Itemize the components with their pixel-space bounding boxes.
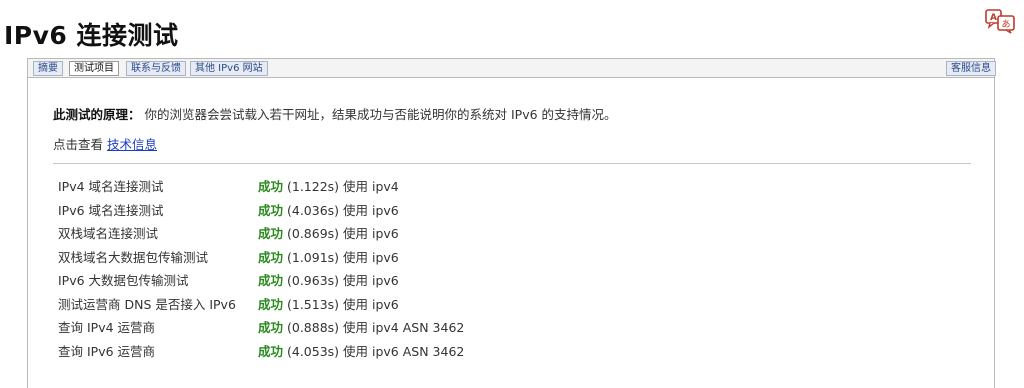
intro-text: 此测试的原理： 你的浏览器会尝试载入若干网址，结果成功与否能说明你的系统对 IP… (53, 104, 617, 123)
translate-icon[interactable]: A あ (984, 8, 1020, 34)
svg-text:A: A (990, 13, 997, 23)
test-name: IPv6 域名连接测试 (58, 202, 164, 218)
status-success: 成功 (258, 179, 284, 194)
test-detail: (4.036s) 使用 ipv6 (287, 202, 399, 218)
test-result: 成功 (1.513s) 使用 ipv6 (258, 294, 399, 313)
tech-info-prefix: 点击查看 (53, 137, 104, 152)
tab-contact-feedback[interactable]: 联系与反馈 (126, 61, 186, 76)
test-detail: (1.091s) 使用 ipv6 (287, 249, 399, 265)
tab-test-items[interactable]: 测试项目 (69, 61, 119, 76)
test-result: 成功 (4.053s) 使用 ipv6 ASN 3462 (258, 341, 464, 360)
status-success: 成功 (258, 202, 284, 218)
test-result: 成功 (4.036s) 使用 ipv6 (258, 200, 399, 219)
page-title: IPv6 连接测试 (4, 21, 179, 50)
test-name: 查询 IPv6 运营商 (58, 343, 156, 359)
status-success: 成功 (258, 320, 284, 335)
status-success: 成功 (258, 296, 284, 312)
test-detail: (0.888s) 使用 ipv4 ASN 3462 (287, 320, 465, 335)
svg-text:あ: あ (1001, 19, 1010, 30)
test-result: 成功 (0.963s) 使用 ipv6 (258, 270, 399, 289)
test-detail: (4.053s) 使用 ipv6 ASN 3462 (287, 343, 465, 359)
tab-support-info[interactable]: 客服信息 (946, 61, 996, 76)
test-result: 成功 (0.888s) 使用 ipv4 ASN 3462 (258, 317, 464, 336)
test-name: 双栈域名连接测试 (58, 226, 159, 241)
test-detail: (1.513s) 使用 ipv6 (287, 296, 399, 312)
tab-bar: 摘要 测试项目 联系与反馈 其他 IPv6 网站 客服信息 (27, 58, 996, 78)
divider (53, 163, 971, 164)
status-success: 成功 (258, 226, 284, 241)
tech-info-link[interactable]: 技术信息 (107, 137, 157, 152)
status-success: 成功 (258, 249, 284, 265)
intro-label: 此测试的原理： (53, 107, 141, 122)
tab-summary[interactable]: 摘要 (33, 61, 63, 76)
test-detail: (1.122s) 使用 ipv4 (287, 179, 399, 194)
test-result: 成功 (1.091s) 使用 ipv6 (258, 247, 399, 266)
test-name: 查询 IPv4 运营商 (58, 320, 156, 335)
test-result: 成功 (0.869s) 使用 ipv6 (258, 223, 399, 242)
tab-other-ipv6-sites[interactable]: 其他 IPv6 网站 (190, 61, 268, 76)
test-panel (27, 78, 995, 388)
tech-info-line: 点击查看 技术信息 (53, 134, 157, 153)
test-name: 测试运营商 DNS 是否接入 IPv6 (58, 296, 236, 312)
test-detail: (0.869s) 使用 ipv6 (287, 226, 399, 241)
test-name: IPv4 域名连接测试 (58, 179, 164, 194)
status-success: 成功 (258, 273, 284, 288)
test-name: 双栈域名大数据包传输测试 (58, 249, 209, 265)
test-name: IPv6 大数据包传输测试 (58, 273, 189, 288)
intro-description: 你的浏览器会尝试载入若干网址，结果成功与否能说明你的系统对 IPv6 的支持情况… (144, 107, 617, 122)
status-success: 成功 (258, 343, 284, 359)
test-result: 成功 (1.122s) 使用 ipv4 (258, 176, 399, 195)
test-detail: (0.963s) 使用 ipv6 (287, 273, 399, 288)
